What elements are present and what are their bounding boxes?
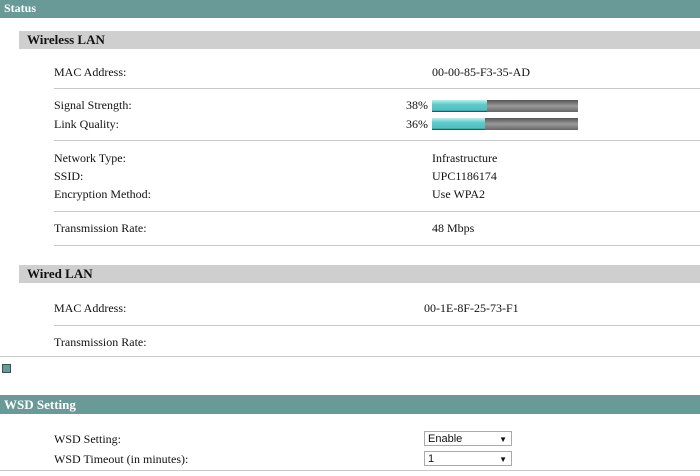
wsd-setting-header: WSD Setting — [0, 395, 700, 414]
wireless-mac-value: 00-00-85-F3-35-AD — [432, 65, 530, 79]
wireless-lan-header: Wireless LAN — [19, 31, 700, 49]
signal-strength-bar — [432, 100, 578, 112]
signal-strength-label: Signal Strength: — [54, 98, 132, 112]
wireless-mac-label: MAC Address: — [54, 65, 127, 79]
divider — [54, 88, 700, 89]
wsd-setting-value: Enable — [428, 433, 463, 445]
wireless-rate-label: Transmission Rate: — [54, 221, 147, 235]
signal-strength-fill — [432, 100, 488, 112]
wireless-rate-value: 48 Mbps — [432, 221, 475, 235]
wired-mac-label: MAC Address: — [54, 301, 127, 315]
network-type-label: Network Type: — [54, 151, 126, 165]
status-header: Status — [0, 0, 700, 18]
ssid-value: UPC1186174 — [432, 169, 497, 183]
chevron-down-icon: ▼ — [499, 455, 507, 464]
wired-rate-label: Transmission Rate: — [54, 335, 147, 349]
signal-strength-value: 38% — [406, 98, 428, 112]
wsd-setting-select[interactable]: Enable ▼ — [424, 431, 512, 446]
back-to-top-icon[interactable] — [2, 364, 11, 373]
divider — [54, 325, 700, 326]
encryption-value: Use WPA2 — [432, 187, 486, 201]
link-quality-fill — [432, 118, 485, 130]
ssid-label: SSID: — [54, 169, 84, 183]
wired-mac-value: 00-1E-8F-25-73-F1 — [424, 301, 519, 315]
link-quality-bar — [432, 118, 578, 130]
divider — [54, 140, 700, 141]
divider — [0, 356, 700, 357]
chevron-down-icon: ▼ — [499, 435, 507, 444]
wsd-timeout-value: 1 — [428, 453, 435, 465]
link-quality-value: 36% — [406, 117, 428, 131]
divider — [54, 211, 700, 212]
wired-lan-header: Wired LAN — [19, 265, 700, 283]
network-type-value: Infrastructure — [432, 151, 498, 165]
divider — [54, 245, 700, 246]
wsd-timeout-select[interactable]: 1 ▼ — [424, 451, 512, 466]
link-quality-label: Link Quality: — [54, 117, 119, 131]
encryption-label: Encryption Method: — [54, 187, 151, 201]
wsd-timeout-label: WSD Timeout (in minutes): — [54, 452, 189, 466]
wsd-setting-label: WSD Setting: — [54, 432, 122, 446]
divider — [0, 470, 700, 471]
